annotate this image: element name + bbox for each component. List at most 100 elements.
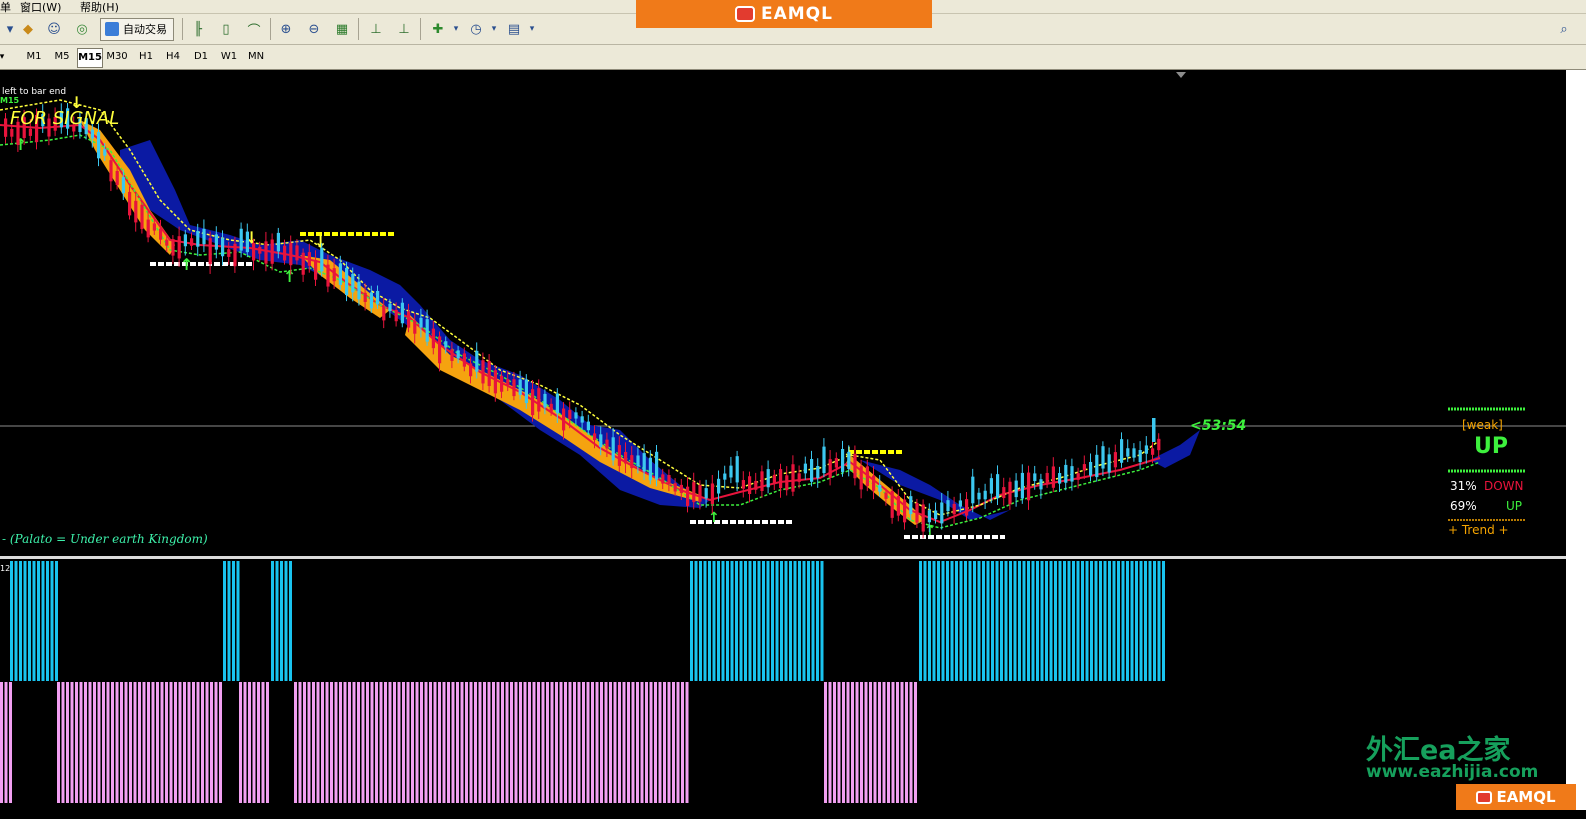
candle <box>1082 464 1086 471</box>
histogram-bar-up <box>1009 561 1012 681</box>
histogram-bar-up <box>982 561 985 681</box>
candle <box>438 336 442 364</box>
up-percent: 69% <box>1450 499 1477 513</box>
histogram-bar-down <box>210 682 213 803</box>
histogram-bar-up <box>928 561 931 681</box>
candle <box>419 317 423 328</box>
signal-text: FOR SIGNAL <box>10 108 120 129</box>
histogram-bar-down <box>591 682 594 803</box>
histogram-bar-down <box>334 682 338 803</box>
candle <box>568 410 572 420</box>
histogram-bar-up <box>811 561 815 681</box>
candle <box>332 268 336 282</box>
histogram-bar-up <box>1013 561 1017 681</box>
candle <box>1113 452 1117 468</box>
candle <box>1152 418 1156 442</box>
histogram-bar-up <box>46 561 49 681</box>
histogram-bar-down <box>618 682 621 803</box>
candle <box>996 474 1000 499</box>
candle <box>90 129 94 139</box>
histogram-bar-down <box>896 682 899 803</box>
candle <box>97 131 101 159</box>
candle <box>425 319 429 342</box>
histogram-bar-up <box>964 561 967 681</box>
histogram-bar-down <box>914 682 917 803</box>
histogram-bar-up <box>1004 561 1008 681</box>
histogram-bar-down <box>294 682 297 803</box>
candle <box>28 128 32 136</box>
candle <box>599 434 603 448</box>
candle <box>121 177 125 194</box>
histogram-bar-down <box>433 682 437 803</box>
candle <box>605 439 609 449</box>
histogram-bar-up <box>19 561 22 681</box>
candle <box>1126 448 1130 457</box>
histogram-bar-down <box>147 682 150 803</box>
candle <box>295 245 299 261</box>
histogram-bar-up <box>1067 561 1071 681</box>
histogram-bar-down <box>243 682 247 803</box>
histogram-bar-down <box>505 682 509 803</box>
candle <box>369 292 373 309</box>
histogram-bar-down <box>261 682 265 803</box>
candle <box>673 483 677 492</box>
histogram-bar-up <box>717 561 720 681</box>
histogram-bar-down <box>532 682 536 803</box>
candle <box>208 238 212 265</box>
histogram-bar-down <box>187 682 191 803</box>
histogram-bar-down <box>97 682 101 803</box>
candle <box>915 503 919 523</box>
histogram-bar-down <box>357 682 360 803</box>
histogram-bar-up <box>708 561 711 681</box>
candle <box>239 228 243 251</box>
histogram-bar-up <box>793 561 797 681</box>
candle <box>661 474 665 484</box>
candle <box>884 492 888 499</box>
candle <box>791 464 795 492</box>
histogram-bar-down <box>0 682 3 803</box>
histogram-bar-up <box>973 561 976 681</box>
histogram-bar-down <box>456 682 459 803</box>
candle <box>177 236 181 259</box>
chart-canvas[interactable]: ↓ ↓ ↓ ↓ ↑ ↑ ↑ ↑ ↑ <box>0 0 1586 819</box>
histogram-bar-down <box>9 682 12 803</box>
histogram-bar-up <box>1103 561 1107 681</box>
histogram-bar-down <box>88 682 92 803</box>
histogram-bar-down <box>79 682 83 803</box>
candle <box>1138 449 1142 463</box>
candle <box>1058 473 1062 484</box>
histogram-bar-down <box>138 682 141 803</box>
histogram-bar-down <box>460 682 464 803</box>
subwindow-label: 12 <box>0 564 11 573</box>
histogram-bar-down <box>124 682 128 803</box>
trend-strength: [weak] <box>1462 418 1503 432</box>
histogram-bar-down <box>905 682 908 803</box>
histogram-bar-down <box>257 682 260 803</box>
candle <box>686 486 690 506</box>
histogram-bar-up <box>41 561 45 681</box>
histogram-bar-up <box>227 561 231 681</box>
histogram-bar-down <box>474 682 477 803</box>
histogram-bar-down <box>846 682 850 803</box>
histogram-bar-up <box>1126 561 1129 681</box>
candle <box>810 459 814 482</box>
histogram-bar-down <box>321 682 324 803</box>
candle <box>580 416 584 423</box>
candle <box>345 267 349 296</box>
histogram-bar-up <box>721 561 725 681</box>
histogram-bar-up <box>1094 561 1098 681</box>
candle <box>159 228 163 240</box>
candle <box>549 403 553 412</box>
histogram-bar-up <box>703 561 707 681</box>
candle <box>543 393 547 408</box>
histogram-bar-up <box>1157 561 1161 681</box>
histogram-bar-down <box>411 682 414 803</box>
histogram-bar-up <box>1022 561 1026 681</box>
candle <box>115 171 119 185</box>
histogram-bar-up <box>991 561 994 681</box>
histogram-bar-down <box>266 682 269 803</box>
histogram-bar-up <box>775 561 779 681</box>
candle <box>946 500 950 512</box>
histogram-bar-down <box>672 682 675 803</box>
candle <box>1070 466 1074 482</box>
